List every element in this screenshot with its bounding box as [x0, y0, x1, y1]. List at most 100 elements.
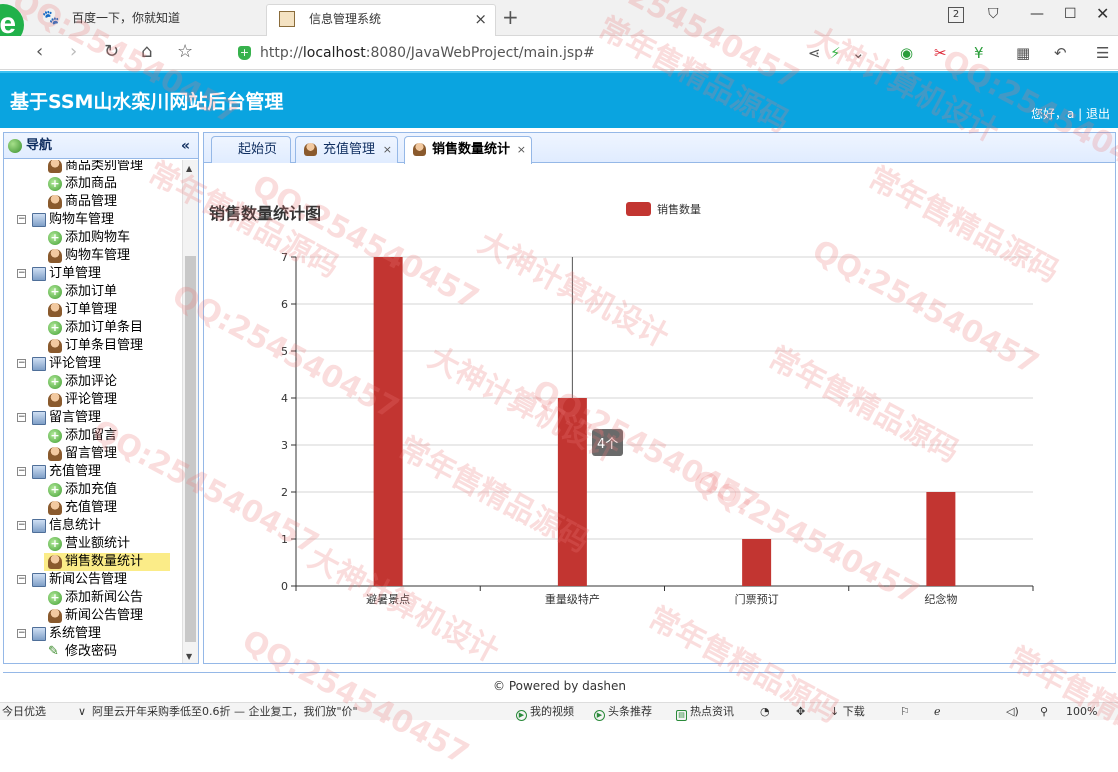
y-tick-label: 0 — [281, 580, 288, 593]
folder-icon — [32, 213, 46, 227]
home-icon[interactable]: ⌂ — [141, 42, 152, 62]
lightning-icon[interactable]: ⚡ — [830, 44, 841, 62]
maximize-icon[interactable]: ☐ — [1064, 6, 1077, 22]
collapse-toggle-icon[interactable]: − — [17, 467, 26, 476]
status-item-hot[interactable]: ▤ 热点资讯 — [676, 703, 734, 721]
refresh-icon[interactable]: ◔ — [760, 703, 770, 720]
back-icon[interactable]: ‹ — [36, 42, 43, 62]
window-icon[interactable]: ⚐ — [900, 703, 910, 720]
zoom-level[interactable]: 100% — [1066, 703, 1097, 720]
globe-icon — [8, 139, 22, 153]
chevron-down-icon[interactable]: ⌄ — [852, 44, 865, 62]
nav-item-label: 销售数量统计 — [65, 554, 144, 569]
content-tab-label: 销售数量统计 — [432, 142, 511, 157]
folder-icon — [32, 573, 46, 587]
star-icon[interactable]: ☆ — [177, 42, 193, 62]
chevron-down-icon[interactable]: ∨ — [78, 703, 86, 720]
collapse-toggle-icon[interactable]: − — [17, 359, 26, 368]
browser-tab-baidu[interactable]: 🐾 百度一下，你就知道 — [30, 4, 266, 36]
status-item-download[interactable]: ↓ 下载 — [830, 703, 865, 720]
user-icon — [48, 609, 62, 623]
app-title: 基于SSM山水栾川网站后台管理 — [10, 91, 284, 113]
address-bar: ‹ › ↻ ⌂ ☆ + http://localhost:8080/JavaWeb… — [0, 36, 1118, 70]
close-tab-icon[interactable]: × — [474, 5, 487, 33]
nav-item[interactable]: 销售数量统计 — [44, 553, 170, 571]
collapse-toggle-icon[interactable]: − — [17, 521, 26, 530]
folder-icon — [32, 357, 46, 371]
close-tab-icon[interactable]: × — [517, 137, 526, 162]
scroll-thumb[interactable] — [185, 256, 196, 642]
content-tab[interactable]: 充值管理 × — [295, 136, 398, 163]
nav-item-label: 订单管理 — [49, 266, 102, 281]
status-item-videos[interactable]: ▶ 我的视频 — [516, 703, 574, 721]
collapse-icon[interactable]: « — [181, 133, 190, 159]
y-tick-label: 3 — [281, 439, 288, 452]
content-tab[interactable]: 销售数量统计 × — [404, 136, 532, 164]
undo-icon[interactable]: ↶ — [1054, 44, 1067, 62]
add-icon: + — [48, 375, 62, 389]
status-bar: 今日优选 ∨ 阿里云开年采购季低至0.6折 — 企业复工，我们放"价" ▶ 我的视… — [0, 702, 1118, 721]
browser-tab-title: 百度一下，你就知道 — [72, 11, 181, 25]
app-header: 基于SSM山水栾川网站后台管理 您好，a | 退出 — [0, 71, 1118, 128]
add-icon: + — [48, 285, 62, 299]
nav-item-label: 添加订单条目 — [65, 320, 144, 335]
scroll-down-icon[interactable]: ▼ — [186, 652, 192, 661]
collapse-toggle-icon[interactable]: − — [17, 269, 26, 278]
y-tick-label: 1 — [281, 533, 288, 546]
user-icon — [48, 501, 62, 515]
nav-tree: 商品类别管理 + 添加商品 商品管理 − 购物车管理 + 添加购物车 购物车管理 − 订单管理 + 添加… — [4, 160, 182, 663]
folder-icon — [32, 627, 46, 641]
collapse-toggle-icon[interactable]: − — [17, 413, 26, 422]
browser-tab-active[interactable]: 信息管理系统 × — [266, 4, 496, 36]
nav-scrollbar[interactable]: ▲ ▼ — [182, 160, 198, 663]
menu-icon[interactable]: ☰ — [1096, 44, 1109, 62]
status-item-headlines[interactable]: ▶ 头条推荐 — [594, 703, 652, 721]
close-tab-icon[interactable]: × — [383, 137, 392, 162]
y-tick-label: 2 — [281, 486, 288, 499]
add-icon: + — [48, 429, 62, 443]
pin-icon[interactable]: ✥ — [796, 703, 805, 720]
add-icon: + — [48, 483, 62, 497]
nav-item-label: 添加购物车 — [65, 230, 131, 245]
pencil-icon: ✎ — [48, 644, 59, 659]
zoom-icon[interactable]: ⚲ — [1040, 703, 1048, 720]
nav-item-label: 留言管理 — [65, 446, 118, 461]
status-today-pick[interactable]: 今日优选 — [2, 703, 46, 720]
nav-item-label: 添加评论 — [65, 374, 118, 389]
nav-item-label: 充值管理 — [65, 500, 118, 515]
user-icon — [48, 249, 62, 263]
shirt-icon[interactable]: ⛉ — [988, 6, 999, 22]
content-tab[interactable]: 起始页 — [211, 136, 291, 163]
x-tick-label: 重量级特产 — [545, 592, 600, 606]
folder-icon — [32, 267, 46, 281]
ie-icon[interactable]: ℯ — [934, 703, 941, 720]
url-input[interactable]: + http://localhost:8080/JavaWebProject/ma… — [230, 41, 870, 65]
new-tab-button[interactable]: + — [502, 4, 519, 30]
forward-icon[interactable]: › — [70, 42, 77, 62]
folder-icon — [32, 411, 46, 425]
chart: 0 1 2 3 4 5 6 7 避暑景点 重量级特产 门票预订 纪念物 销售数量 — [281, 202, 1034, 606]
tab-count-icon[interactable]: 2 — [948, 7, 964, 23]
nav-item-label: 修改密码 — [65, 644, 118, 659]
nav-item-label: 购物车管理 — [49, 212, 115, 227]
status-news-link[interactable]: 阿里云开年采购季低至0.6折 — 企业复工，我们放"价" — [92, 703, 358, 720]
chat-icon[interactable]: ◉ — [900, 44, 913, 62]
collapse-toggle-icon[interactable]: − — [17, 629, 26, 638]
volume-icon[interactable]: ◁) — [1006, 703, 1019, 720]
collapse-toggle-icon[interactable]: − — [17, 575, 26, 584]
yen-shield-icon[interactable]: ¥ — [974, 44, 984, 62]
x-tick-label: 门票预订 — [735, 592, 779, 606]
reload-icon[interactable]: ↻ — [104, 42, 119, 62]
collapse-toggle-icon[interactable]: − — [17, 215, 26, 224]
bar — [373, 257, 403, 586]
scroll-up-icon[interactable]: ▲ — [186, 164, 192, 173]
scissors-icon[interactable]: ✂ — [934, 44, 947, 62]
minimize-icon[interactable]: — — [1030, 6, 1044, 22]
close-window-icon[interactable]: ✕ — [1096, 4, 1109, 23]
content-tab-label: 起始页 — [238, 142, 278, 157]
user-info-logout[interactable]: 您好，a | 退出 — [1031, 105, 1110, 122]
nav-item-label: 添加商品 — [65, 176, 118, 191]
page-icon — [279, 11, 295, 27]
apps-icon[interactable]: ▦ — [1016, 44, 1030, 62]
share-icon[interactable]: ⋖ — [808, 44, 821, 62]
